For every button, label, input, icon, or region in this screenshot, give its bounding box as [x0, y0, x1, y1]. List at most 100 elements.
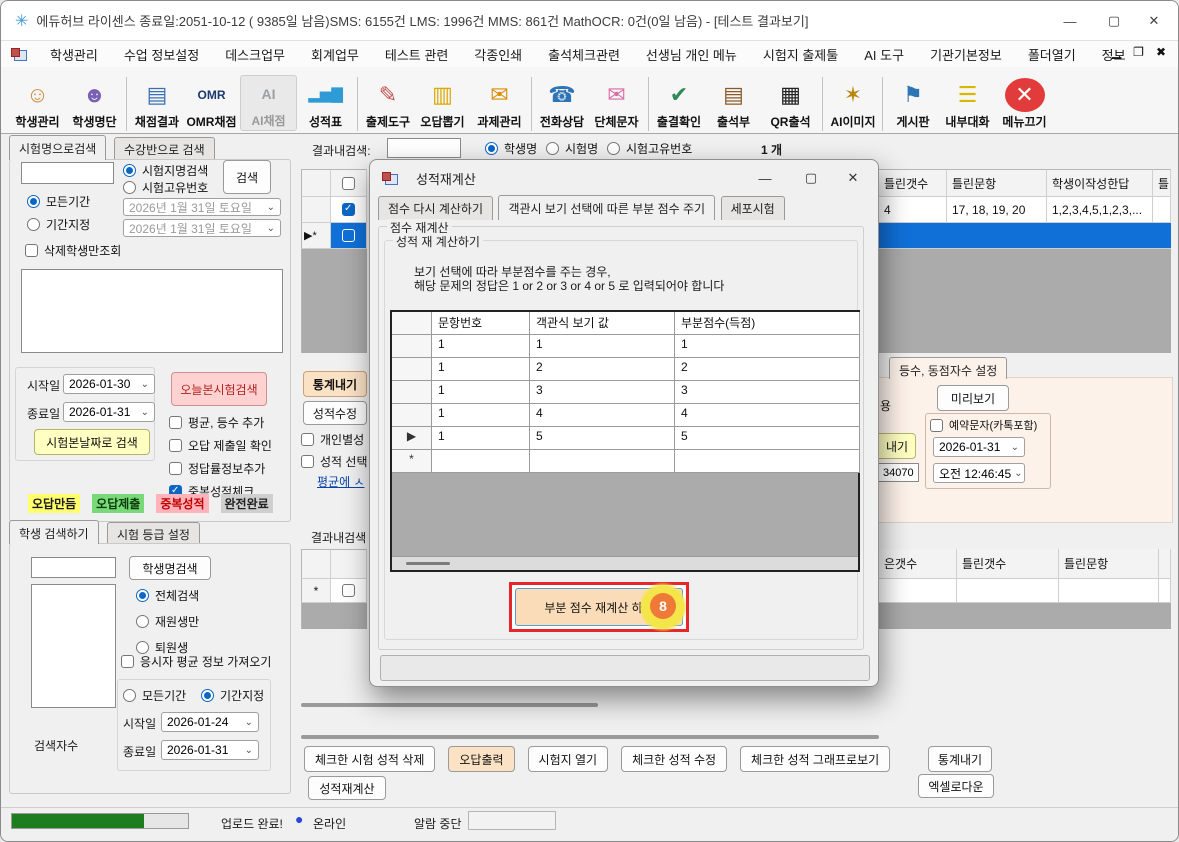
- choice-value-cell[interactable]: 3: [530, 381, 675, 404]
- grid1-col-wrong-count[interactable]: 틀린갯수: [879, 169, 947, 197]
- exam-id-radio[interactable]: [123, 181, 136, 194]
- choice-value-cell[interactable]: 5: [530, 427, 675, 450]
- student-all-period-row[interactable]: 모든기간: [123, 687, 186, 704]
- partial-score-cell[interactable]: 4: [675, 404, 860, 427]
- toolbar-button[interactable]: OMR OMR채점: [183, 77, 240, 131]
- stats-button-2[interactable]: 통계내기: [928, 746, 992, 772]
- toolbar-button[interactable]: ✉ 단체문자: [588, 77, 645, 131]
- partial-score-cell[interactable]: 2: [675, 358, 860, 381]
- grid2-col2[interactable]: 틀린갯수: [957, 549, 1059, 579]
- dialog-tab[interactable]: 객관시 보기 선택에 따른 부분 점수 주기: [498, 195, 716, 220]
- menu-item[interactable]: 시험지 출제툴: [750, 41, 851, 68]
- toolbar-button[interactable]: ✔ 출결확인: [648, 77, 705, 131]
- minimize-button[interactable]: —: [1050, 7, 1090, 35]
- student-scope-radio[interactable]: [136, 589, 149, 602]
- period-radio-row[interactable]: 기간지정: [27, 216, 90, 233]
- avg-info-checkbox[interactable]: [121, 655, 134, 668]
- table-hscrollbar[interactable]: [392, 556, 858, 570]
- question-no-cell[interactable]: 1: [432, 358, 530, 381]
- student-end-combo[interactable]: 2026-01-31 ⌄: [161, 740, 259, 760]
- choice-value-cell[interactable]: 2: [530, 358, 675, 381]
- grid1-col-answers[interactable]: 학생이작성한답: [1047, 169, 1153, 197]
- all-period-radio-row[interactable]: 모든기간: [27, 193, 90, 210]
- dialog-minimize-button[interactable]: —: [748, 164, 782, 192]
- alarm-input[interactable]: [468, 811, 556, 830]
- results-radio-student[interactable]: 학생명: [485, 140, 537, 157]
- per-student-checkbox[interactable]: [301, 433, 314, 446]
- exam-id-radio-row[interactable]: 시험고유번호: [123, 179, 208, 196]
- per-student-checkbox-row[interactable]: 개인별성: [301, 431, 364, 448]
- question-no-cell[interactable]: 1: [432, 427, 530, 450]
- average-link[interactable]: 평균에 ㅅ: [317, 473, 365, 490]
- all-period-radio[interactable]: [27, 195, 40, 208]
- mdi-minimize-icon[interactable]: ▁: [1112, 45, 1121, 59]
- period-radio[interactable]: [27, 218, 40, 231]
- grid1-hscrollbar[interactable]: [301, 703, 598, 707]
- maximize-button[interactable]: ▢: [1094, 7, 1134, 35]
- choice-value-cell[interactable]: 1: [530, 335, 675, 358]
- grid1-row1-wrong-count[interactable]: 4: [879, 197, 947, 223]
- toolbar-button[interactable]: ⚑ 게시판: [882, 77, 939, 131]
- preview-button[interactable]: 미리보기: [937, 385, 1009, 411]
- dialog-close-button[interactable]: ✕: [836, 164, 870, 192]
- mdi-restore-icon[interactable]: ❐: [1133, 45, 1144, 59]
- reserve-time-combo[interactable]: 오전 12:46:45 ⌄: [933, 463, 1025, 483]
- tab-search-by-exam-name[interactable]: 시험명으로검색: [9, 135, 107, 160]
- exam-name-radio2[interactable]: [546, 142, 559, 155]
- toolbar-button[interactable]: ✶ AI이미지: [822, 77, 879, 131]
- start-date-combo[interactable]: 2026-01-30 ⌄: [63, 374, 155, 394]
- grid1-row1-wrong-items[interactable]: 17, 18, 19, 20: [947, 197, 1047, 223]
- grid1-row2-check-cell[interactable]: [331, 223, 367, 249]
- student-scope-radio[interactable]: [136, 615, 149, 628]
- grid1-row2-selected[interactable]: [879, 223, 1171, 249]
- grid1-row1-answers[interactable]: 1,2,3,4,5,1,2,3,...: [1047, 197, 1153, 223]
- select-all-checkbox[interactable]: [342, 176, 355, 190]
- score-option-row[interactable]: 오답 제출일 확인: [169, 437, 272, 454]
- toolbar-button[interactable]: ▤ 채점결과: [126, 77, 183, 131]
- toolbar-button[interactable]: ✎ 출제도구: [357, 77, 414, 131]
- student-name-input[interactable]: [31, 557, 116, 578]
- choice-value-cell[interactable]: 4: [530, 404, 675, 427]
- table-hscroll-thumb[interactable]: [406, 562, 450, 565]
- today-exam-search-button[interactable]: 오늘본시험검색: [171, 372, 267, 406]
- grid2-row-checkbox[interactable]: [342, 584, 355, 597]
- tab-search-by-class[interactable]: 수강반으로 검색: [114, 137, 215, 160]
- reserve-date-combo[interactable]: 2026-01-31 ⌄: [933, 437, 1025, 457]
- student-period-row[interactable]: 기간지정: [201, 687, 264, 704]
- deleted-students-checkbox[interactable]: [25, 244, 38, 257]
- search-by-exam-date-button[interactable]: 시험본날짜로 검색: [34, 429, 150, 455]
- toolbar-button[interactable]: ▥ 오답뽑기: [414, 77, 471, 131]
- exam-result-listbox[interactable]: [21, 269, 283, 353]
- menu-item[interactable]: 학생관리: [37, 41, 111, 68]
- student-scope-radio-row[interactable]: 전체검색: [136, 587, 199, 604]
- toolbar-button[interactable]: AI AI채점: [240, 75, 297, 131]
- exam-search-button[interactable]: 검색: [223, 160, 271, 194]
- question-no-cell[interactable]: 1: [432, 404, 530, 427]
- dialog-tab[interactable]: 세포시험: [720, 196, 785, 220]
- menu-item[interactable]: 출석체크관련: [535, 41, 633, 68]
- bottom-button[interactable]: 체크한 성적 그래프로보기: [740, 746, 891, 772]
- results-search-input[interactable]: [387, 138, 461, 158]
- mdi-close-icon[interactable]: ✖: [1156, 45, 1166, 59]
- table-row[interactable]: 1 2 2: [392, 358, 860, 381]
- menu-item[interactable]: AI 도구: [851, 41, 917, 68]
- student-start-combo[interactable]: 2026-01-24 ⌄: [161, 712, 259, 732]
- question-no-cell[interactable]: 1: [432, 381, 530, 404]
- results-radio-exam-id[interactable]: 시험고유번호: [607, 140, 692, 157]
- grid2-col1[interactable]: 은갯수: [879, 549, 957, 579]
- row2-checkbox[interactable]: [342, 229, 355, 242]
- toolbar-button[interactable]: ☎ 전화상담: [531, 77, 588, 131]
- student-all-period-radio[interactable]: [123, 689, 136, 702]
- toolbar-button[interactable]: ✉ 과제관리: [471, 77, 528, 131]
- table-row[interactable]: ▶ 1 5 5: [392, 427, 860, 450]
- tab-grade-setting[interactable]: 시험 등급 설정: [107, 522, 200, 544]
- table-row[interactable]: 1 3 3: [392, 381, 860, 404]
- dialog-maximize-button[interactable]: ▢: [794, 164, 828, 192]
- student-name-radio[interactable]: [485, 142, 498, 155]
- row1-checkbox[interactable]: [342, 203, 355, 216]
- partial-score-cell[interactable]: 5: [675, 427, 860, 450]
- score-option-checkbox[interactable]: [169, 462, 182, 475]
- bottom-button[interactable]: 시험지 열기: [527, 746, 609, 772]
- toolbar-button[interactable]: ☻ 학생명단: [66, 77, 123, 131]
- score-option-checkbox[interactable]: [169, 416, 182, 429]
